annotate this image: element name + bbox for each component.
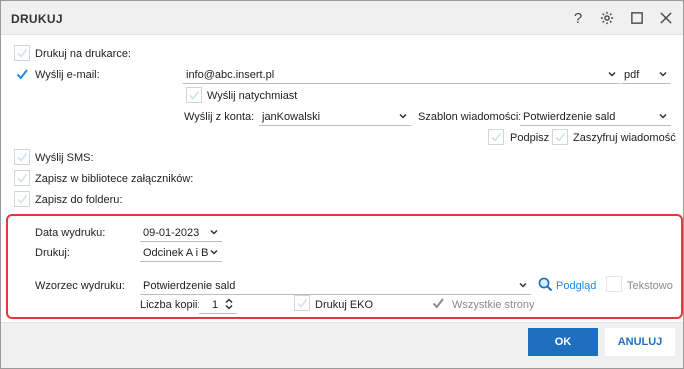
magnifier-icon[interactable] — [537, 276, 553, 292]
cancel-button[interactable]: ANULUJ — [605, 328, 675, 356]
print-pattern-select[interactable]: Potwierdzenie sald — [140, 277, 531, 295]
chevron-down-icon — [519, 282, 527, 288]
all-pages-checkbox[interactable] — [430, 295, 446, 311]
sign-label: Podpisz — [510, 132, 550, 144]
all-pages-label: Wszystkie strony — [452, 299, 535, 311]
email-format-select[interactable]: pdf — [621, 66, 671, 84]
copies-value: 1 — [212, 299, 219, 311]
chevron-down-icon — [399, 113, 407, 119]
encrypt-label: Zaszyfruj wiadomość — [573, 132, 676, 144]
send-now-label: Wyślij natychmiast — [207, 90, 298, 102]
email-format-value: pdf — [624, 69, 640, 81]
print-dialog: DRUKUJ ? Drukuj na drukarce: Wyślij e-ma… — [0, 0, 684, 369]
copies-label: Liczba kopii: — [140, 299, 201, 311]
ok-button[interactable]: OK — [528, 328, 598, 356]
chevron-down-icon — [659, 113, 667, 119]
gear-icon[interactable] — [597, 8, 617, 28]
title-bar: DRUKUJ ? — [1, 1, 683, 35]
send-from-value: janKowalski — [262, 111, 321, 123]
send-from-label: Wyślij z konta: — [184, 111, 255, 123]
eco-print-label: Drukuj EKO — [315, 299, 374, 311]
print-date-value: 09-01-2023 — [143, 227, 200, 239]
email-address-field[interactable]: info@abc.insert.pl — [183, 66, 620, 84]
sign-checkbox[interactable] — [488, 129, 504, 145]
print-what-value: Odcinek A i B — [143, 247, 209, 259]
question-icon[interactable]: ? — [568, 8, 588, 28]
print-pattern-label: Wzorzec wydruku: — [35, 280, 125, 292]
save-folder-label: Zapisz do folderu: — [35, 194, 123, 206]
chevron-down-icon — [608, 71, 616, 77]
send-sms-label: Wyślij SMS: — [35, 152, 94, 164]
send-sms-checkbox[interactable] — [14, 149, 30, 165]
save-library-checkbox[interactable] — [14, 170, 30, 186]
send-email-label: Wyślij e-mail: — [35, 69, 100, 81]
close-icon[interactable] — [656, 8, 676, 28]
stepper-arrows-icon[interactable] — [224, 298, 234, 310]
email-address-value: info@abc.insert.pl — [186, 69, 275, 81]
print-on-printer-checkbox[interactable] — [14, 45, 30, 61]
template-label: Szablon wiadomości: — [418, 111, 522, 123]
print-pattern-value: Potwierdzenie sald — [143, 280, 236, 292]
template-value: Potwierdzenie sald — [523, 111, 616, 123]
print-date-field[interactable]: 09-01-2023 — [140, 224, 222, 242]
dialog-title: DRUKUJ — [11, 12, 63, 26]
send-from-select[interactable]: janKowalski — [259, 108, 411, 126]
print-date-label: Data wydruku: — [35, 227, 106, 239]
text-mode-checkbox[interactable] — [606, 276, 622, 292]
encrypt-checkbox[interactable] — [552, 129, 568, 145]
save-library-label: Zapisz w bibliotece załączników: — [35, 173, 194, 185]
copies-stepper[interactable]: 1 — [199, 296, 237, 314]
send-now-checkbox[interactable] — [186, 87, 202, 103]
text-mode-label: Tekstowo — [627, 280, 673, 292]
send-email-checkbox[interactable] — [14, 66, 30, 82]
print-what-label: Drukuj: — [35, 247, 70, 259]
chevron-down-icon — [210, 249, 218, 255]
print-on-printer-label: Drukuj na drukarce: — [35, 48, 131, 60]
template-select[interactable]: Potwierdzenie sald — [520, 108, 671, 126]
save-folder-checkbox[interactable] — [14, 191, 30, 207]
preview-link[interactable]: Podgląd — [556, 280, 596, 292]
eco-print-checkbox[interactable] — [294, 295, 310, 311]
chevron-down-icon — [210, 229, 218, 235]
chevron-down-icon — [659, 71, 667, 77]
maximize-icon[interactable] — [627, 8, 647, 28]
print-what-select[interactable]: Odcinek A i B — [140, 244, 222, 262]
